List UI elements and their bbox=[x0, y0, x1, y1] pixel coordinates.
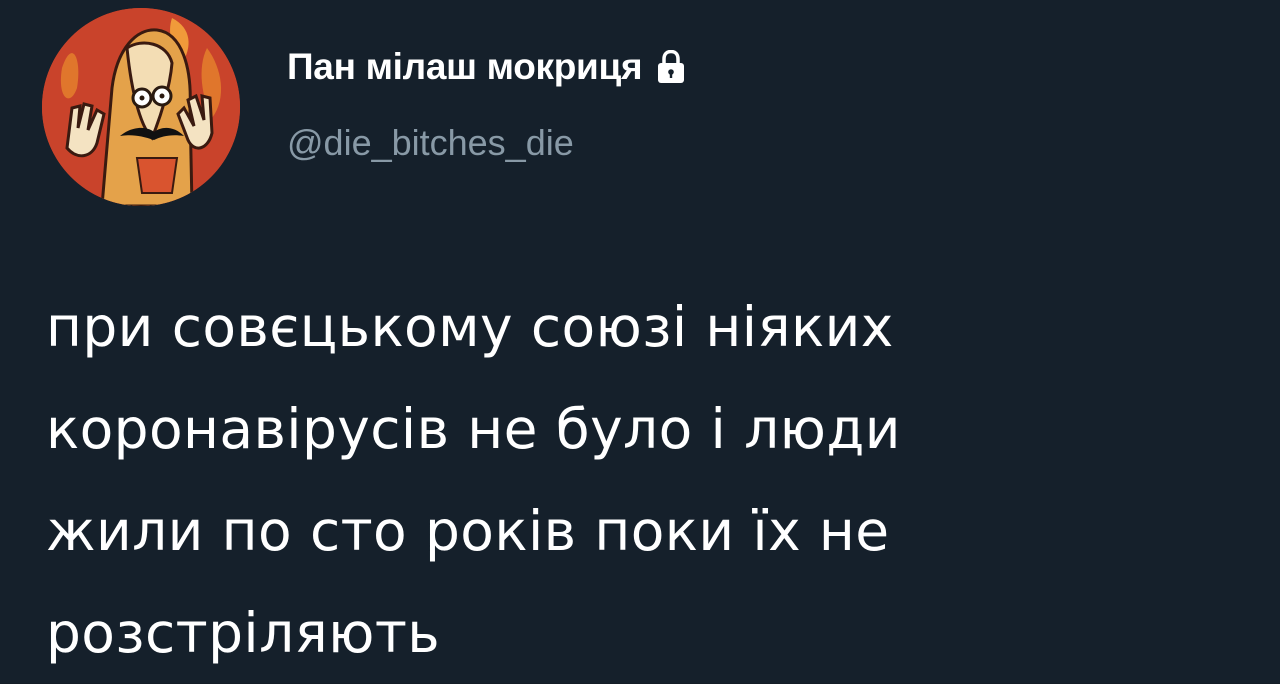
user-handle[interactable]: @die_bitches_die bbox=[287, 122, 686, 164]
tweet-author: Пан мілаш мокриця @die_bitches_die bbox=[287, 40, 686, 164]
tweet-text-line: жили по сто років поки їх не bbox=[46, 499, 890, 563]
name-row: Пан мілаш мокриця bbox=[287, 40, 686, 94]
tweet-text: при совєцькому союзі ніяких коронавірусі… bbox=[46, 276, 1246, 684]
tweet-text-line: при совєцькому союзі ніяких bbox=[46, 295, 894, 359]
tweet-card: Пан мілаш мокриця @die_bitches_die при с… bbox=[0, 0, 1280, 683]
tweet-text-line: розстріляють bbox=[46, 601, 441, 665]
avatar[interactable] bbox=[42, 8, 240, 206]
cartoon-character-icon bbox=[42, 8, 240, 206]
tweet-text-line: коронавірусів не було і люди bbox=[46, 397, 901, 461]
display-name[interactable]: Пан мілаш мокриця bbox=[287, 46, 643, 88]
lock-icon bbox=[656, 49, 686, 84]
